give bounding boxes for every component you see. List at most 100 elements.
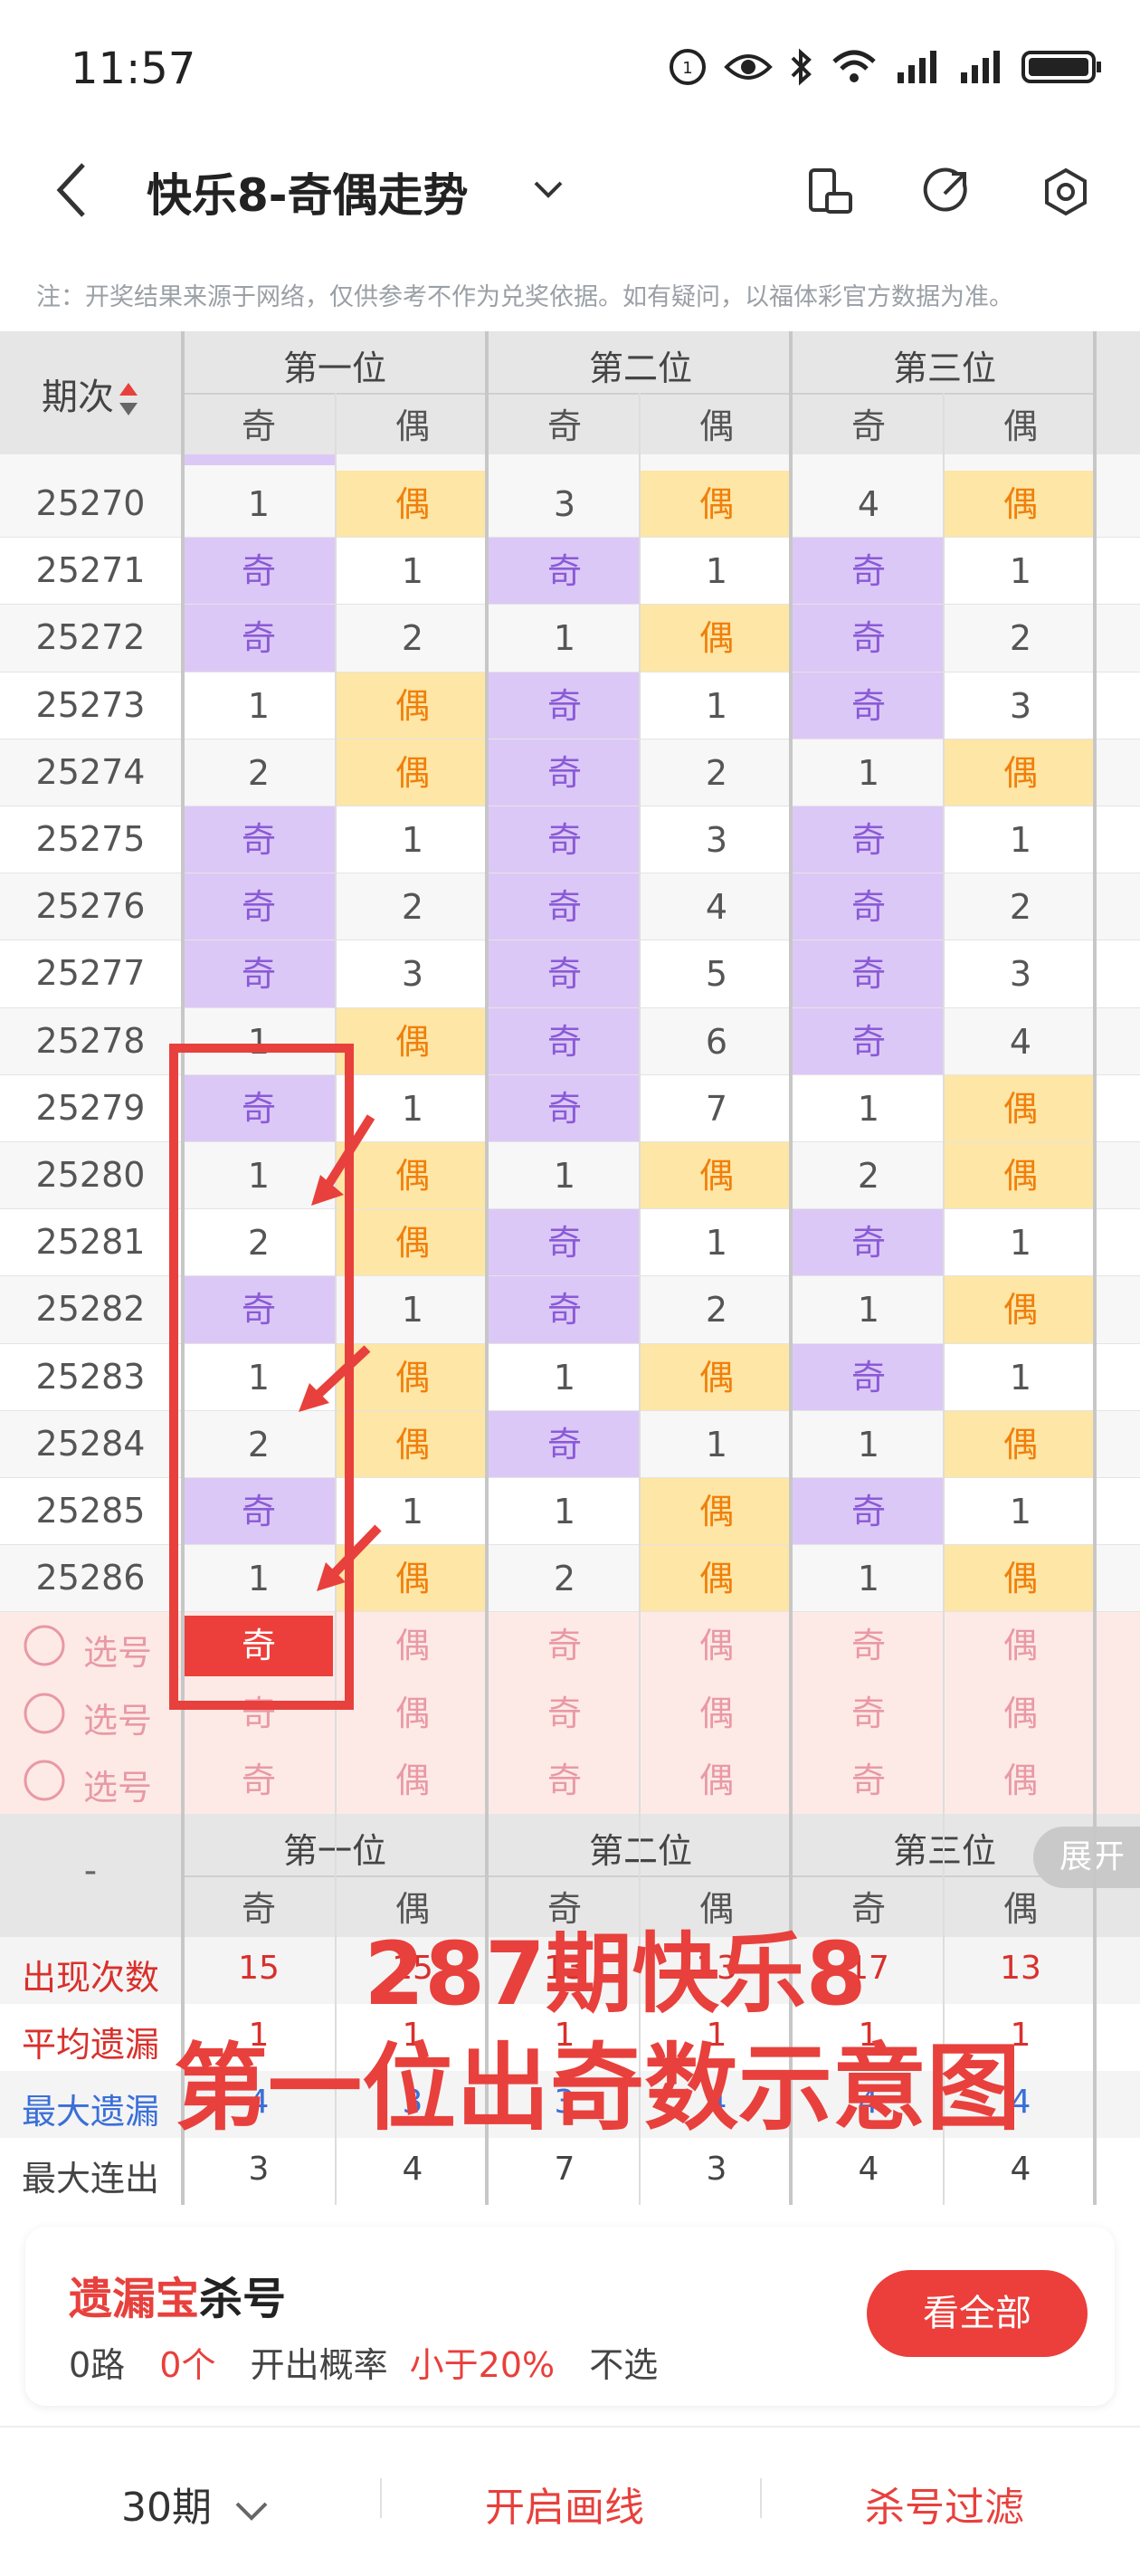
- miss-count-cell[interactable]: 1: [945, 806, 1097, 873]
- settings-icon[interactable]: [1040, 167, 1091, 217]
- miss-count-cell[interactable]: 1: [337, 538, 489, 605]
- pick-cell[interactable]: 奇: [793, 1680, 945, 1747]
- miss-count-cell[interactable]: 3: [641, 806, 793, 873]
- miss-count-cell[interactable]: 2: [489, 1545, 641, 1612]
- odd-mark-cell[interactable]: 奇: [793, 1478, 945, 1546]
- odd-mark-cell[interactable]: 奇: [489, 873, 641, 941]
- draw-line-button[interactable]: 开启画线: [485, 2475, 644, 2533]
- miss-count-cell[interactable]: 1: [641, 538, 793, 605]
- miss-count-cell[interactable]: 1: [945, 538, 1097, 605]
- even-mark-cell[interactable]: 偶: [641, 1343, 793, 1411]
- odd-mark-cell[interactable]: 奇: [793, 1007, 945, 1075]
- odd-mark-cell[interactable]: 奇: [489, 1209, 641, 1277]
- pick-cell[interactable]: 偶: [337, 1680, 489, 1747]
- even-mark-cell[interactable]: 偶: [337, 1209, 489, 1277]
- chevron-down-icon[interactable]: [532, 172, 565, 205]
- miss-count-cell[interactable]: 1: [793, 1276, 945, 1343]
- even-mark-cell[interactable]: 偶: [337, 471, 489, 539]
- pick-cell[interactable]: 偶: [945, 1747, 1097, 1814]
- miss-count-cell[interactable]: 3: [945, 673, 1097, 739]
- odd-mark-cell[interactable]: 奇: [183, 806, 335, 874]
- pick-cell[interactable]: 奇: [489, 1680, 641, 1747]
- even-mark-cell[interactable]: 偶: [641, 471, 793, 539]
- period-header-label[interactable]: 期次: [0, 367, 181, 420]
- pick-cell[interactable]: 偶: [641, 1612, 793, 1679]
- odd-mark-cell[interactable]: 奇: [793, 873, 945, 941]
- odd-mark-cell[interactable]: 奇: [489, 806, 641, 874]
- even-mark-cell[interactable]: 偶: [945, 1276, 1097, 1344]
- miss-count-cell[interactable]: 1: [641, 1209, 793, 1276]
- odd-mark-cell[interactable]: 奇: [489, 1007, 641, 1075]
- miss-count-cell[interactable]: 1: [641, 673, 793, 739]
- back-icon[interactable]: [54, 161, 90, 219]
- kill-filter-button[interactable]: 杀号过滤: [865, 2475, 1024, 2533]
- pick-radio-icon[interactable]: [22, 1623, 67, 1668]
- even-mark-cell[interactable]: 偶: [945, 1545, 1097, 1613]
- period-selector[interactable]: 30期: [121, 2475, 270, 2533]
- miss-count-cell[interactable]: 1: [945, 1344, 1097, 1411]
- miss-count-cell[interactable]: 3: [337, 940, 489, 1007]
- pick-label[interactable]: 选号: [83, 1693, 152, 1742]
- page-title[interactable]: 快乐8-奇偶走势: [147, 159, 469, 224]
- view-all-button[interactable]: 看全部: [867, 2270, 1088, 2357]
- pick-cell[interactable]: 偶: [337, 1747, 489, 1814]
- rotate-screen-icon[interactable]: [805, 167, 856, 217]
- miss-count-cell[interactable]: 1: [489, 1478, 641, 1545]
- odd-mark-cell[interactable]: 奇: [489, 739, 641, 806]
- share-icon[interactable]: [921, 167, 972, 217]
- miss-count-cell[interactable]: 1: [489, 1344, 641, 1411]
- pick-cell[interactable]: 奇: [489, 1747, 641, 1814]
- odd-mark-cell[interactable]: 奇: [489, 1276, 641, 1344]
- odd-mark-cell[interactable]: 奇: [793, 538, 945, 606]
- odd-mark-cell[interactable]: 奇: [489, 1074, 641, 1142]
- miss-count-cell[interactable]: 1: [183, 471, 335, 538]
- odd-mark-cell[interactable]: 奇: [793, 605, 945, 673]
- pick-cell[interactable]: 偶: [945, 1612, 1097, 1679]
- miss-count-cell[interactable]: 3: [489, 471, 641, 538]
- miss-count-cell[interactable]: 1: [183, 673, 335, 739]
- pick-cell[interactable]: 偶: [337, 1612, 489, 1679]
- miss-count-cell[interactable]: 4: [793, 471, 945, 538]
- miss-count-cell[interactable]: 2: [337, 873, 489, 940]
- pick-label[interactable]: 选号: [83, 1760, 152, 1809]
- odd-mark-cell[interactable]: 奇: [793, 940, 945, 1008]
- pick-cell[interactable]: 奇: [793, 1612, 945, 1679]
- miss-count-cell[interactable]: 1: [945, 1478, 1097, 1545]
- even-mark-cell[interactable]: 偶: [641, 1545, 793, 1613]
- miss-count-cell[interactable]: 6: [641, 1008, 793, 1075]
- pick-radio-icon[interactable]: [22, 1691, 67, 1736]
- pick-cell[interactable]: 奇: [489, 1612, 641, 1679]
- odd-mark-cell[interactable]: 奇: [793, 1209, 945, 1277]
- even-mark-cell[interactable]: 偶: [945, 1410, 1097, 1478]
- odd-mark-cell[interactable]: 奇: [183, 605, 335, 673]
- pick-cell[interactable]: 奇: [793, 1747, 945, 1814]
- miss-count-cell[interactable]: 3: [945, 940, 1097, 1007]
- miss-count-cell[interactable]: 5: [641, 940, 793, 1007]
- odd-mark-cell[interactable]: 奇: [793, 672, 945, 739]
- even-mark-cell[interactable]: 偶: [337, 672, 489, 739]
- odd-mark-cell[interactable]: 奇: [489, 940, 641, 1008]
- miss-count-cell[interactable]: 1: [793, 1411, 945, 1478]
- pick-cell[interactable]: 奇: [183, 1747, 335, 1814]
- miss-count-cell[interactable]: 1: [489, 1142, 641, 1209]
- sort-icon[interactable]: [118, 381, 139, 417]
- even-mark-cell[interactable]: 偶: [945, 1142, 1097, 1210]
- odd-mark-cell[interactable]: 奇: [183, 873, 335, 941]
- miss-count-cell[interactable]: 2: [183, 739, 335, 806]
- miss-count-cell[interactable]: 2: [641, 739, 793, 806]
- miss-count-cell[interactable]: 1: [793, 739, 945, 806]
- odd-mark-cell[interactable]: 奇: [793, 806, 945, 874]
- miss-count-cell[interactable]: 4: [641, 873, 793, 940]
- even-mark-cell[interactable]: 偶: [641, 1478, 793, 1546]
- miss-count-cell[interactable]: 2: [945, 605, 1097, 672]
- even-mark-cell[interactable]: 偶: [945, 739, 1097, 806]
- even-mark-cell[interactable]: 偶: [337, 1007, 489, 1075]
- odd-mark-cell[interactable]: 奇: [793, 1343, 945, 1411]
- miss-count-cell[interactable]: 1: [337, 806, 489, 873]
- even-mark-cell[interactable]: 偶: [337, 1410, 489, 1478]
- odd-mark-cell[interactable]: 奇: [183, 940, 335, 1008]
- expand-button[interactable]: 展开: [1033, 1827, 1140, 1888]
- even-mark-cell[interactable]: 偶: [945, 471, 1097, 539]
- even-mark-cell[interactable]: 偶: [337, 739, 489, 806]
- miss-count-cell[interactable]: 7: [641, 1075, 793, 1142]
